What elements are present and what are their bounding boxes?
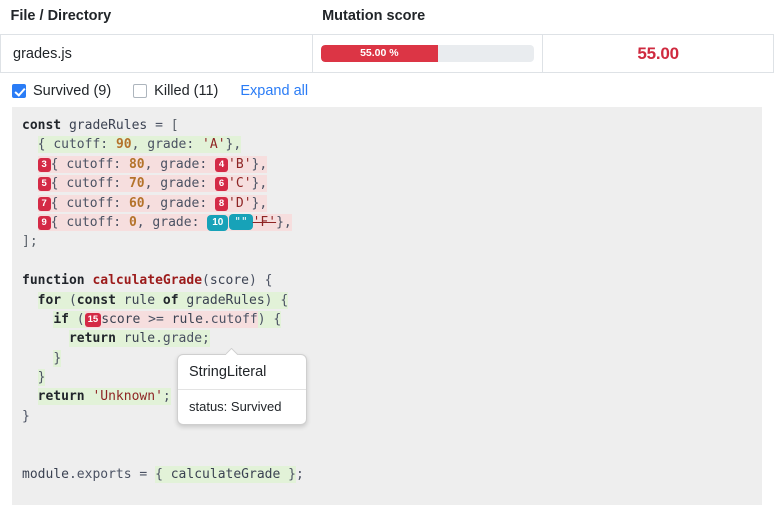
filter-killed-label: Killed (11) <box>154 83 219 99</box>
mutant-badge-7[interactable]: 7 <box>37 196 51 211</box>
code-line-3: 3{ cutoff: 80, grade: 4 'B'}, <box>22 155 752 174</box>
code-line-12: return rule.grade; <box>68 330 210 348</box>
file-cell-inner: grades.js <box>1 45 312 63</box>
code-line-5: 7{ cutoff: 60, grade: 8 'D'}, <box>22 194 752 213</box>
mutant-badge-10-selected[interactable]: 10 <box>207 214 229 231</box>
mutation-score-value-cell: 55.00 <box>542 34 774 73</box>
code-line-19: module.exports = { calculateGrade }; <box>22 466 304 484</box>
killed-checkbox[interactable] <box>133 84 148 98</box>
mutant-badge-6[interactable]: 6 <box>215 177 229 192</box>
file-name-label: grades.js <box>13 45 72 62</box>
mutant-badge-15[interactable]: 15 <box>84 312 102 327</box>
code-line-9: function calculateGrade(score) { <box>22 273 273 289</box>
mutant-badge-5[interactable]: 5 <box>37 177 51 192</box>
column-header-file[interactable]: File / Directory <box>0 0 313 35</box>
mutation-score-bar-cell: 55.00 % <box>311 34 544 73</box>
table-head: File / Directory Mutation score <box>0 0 774 35</box>
code-line-1: const gradeRules = [ <box>22 118 179 133</box>
code-line-4: 5{ cutoff: 70, grade: 6 'C'}, <box>22 174 752 193</box>
mutation-results-table: File / Directory Mutation score grades.j… <box>0 0 774 73</box>
table-row: grades.js 55.00 % 55.00 <box>0 34 774 73</box>
mutation-score-progress: 55.00 % <box>320 45 535 62</box>
mutation-score-progress-label: 55.00 % <box>360 47 399 59</box>
mutant-badge-8[interactable]: 8 <box>215 196 229 211</box>
code-line-10: for (const rule of gradeRules) { <box>37 291 289 309</box>
mutant-badge-3[interactable]: 3 <box>37 157 51 172</box>
mutant-original-text: 'F' <box>252 214 277 230</box>
mutation-score-value: 55.00 <box>637 43 679 63</box>
filter-killed[interactable]: Killed (11) <box>133 83 218 99</box>
expand-all-link[interactable]: Expand all <box>240 83 308 99</box>
mutant-badge-9[interactable]: 9 <box>37 215 51 230</box>
tooltip-arrow-icon <box>226 348 239 355</box>
code-line-16: } <box>22 408 30 424</box>
code-line-11: if (15 score >= rule.cutoff) { <box>53 310 282 328</box>
tooltip-status: status: Survived <box>189 399 282 414</box>
source-code[interactable]: const gradeRules = [ { cutoff: 90, grade… <box>12 116 762 484</box>
mutation-report-page: File / Directory Mutation score grades.j… <box>0 0 774 517</box>
mutant-filter-bar: Survived (9) Killed (11) Expand all <box>0 73 774 107</box>
code-line-13: } <box>53 349 62 367</box>
filter-survived[interactable]: Survived (9) <box>12 83 111 99</box>
tooltip-title: StringLiteral <box>178 355 306 390</box>
filter-survived-label: Survived (9) <box>33 83 112 99</box>
mutant-badge-4[interactable]: 4 <box>215 157 229 172</box>
code-line-15: return 'Unknown'; <box>37 388 171 406</box>
mutant-replacement-text: "" <box>229 213 253 230</box>
code-line-6: 9{ cutoff: 0, grade: 10 "" 'F'}, <box>22 213 752 232</box>
code-line-2: { cutoff: 90, grade: 'A'}, <box>37 136 242 154</box>
column-header-mutation-score[interactable]: Mutation score <box>312 0 774 35</box>
mutant-tooltip: StringLiteral status: Survived <box>177 354 307 425</box>
code-line-7: ]; <box>22 234 38 250</box>
file-cell[interactable]: grades.js <box>0 34 313 73</box>
survived-checkbox[interactable] <box>12 84 26 98</box>
code-line-14: } <box>37 369 46 387</box>
source-code-panel: const gradeRules = [ { cutoff: 90, grade… <box>12 107 762 505</box>
table-header-row: File / Directory Mutation score <box>0 0 774 35</box>
table-body: grades.js 55.00 % 55.00 <box>0 34 774 73</box>
